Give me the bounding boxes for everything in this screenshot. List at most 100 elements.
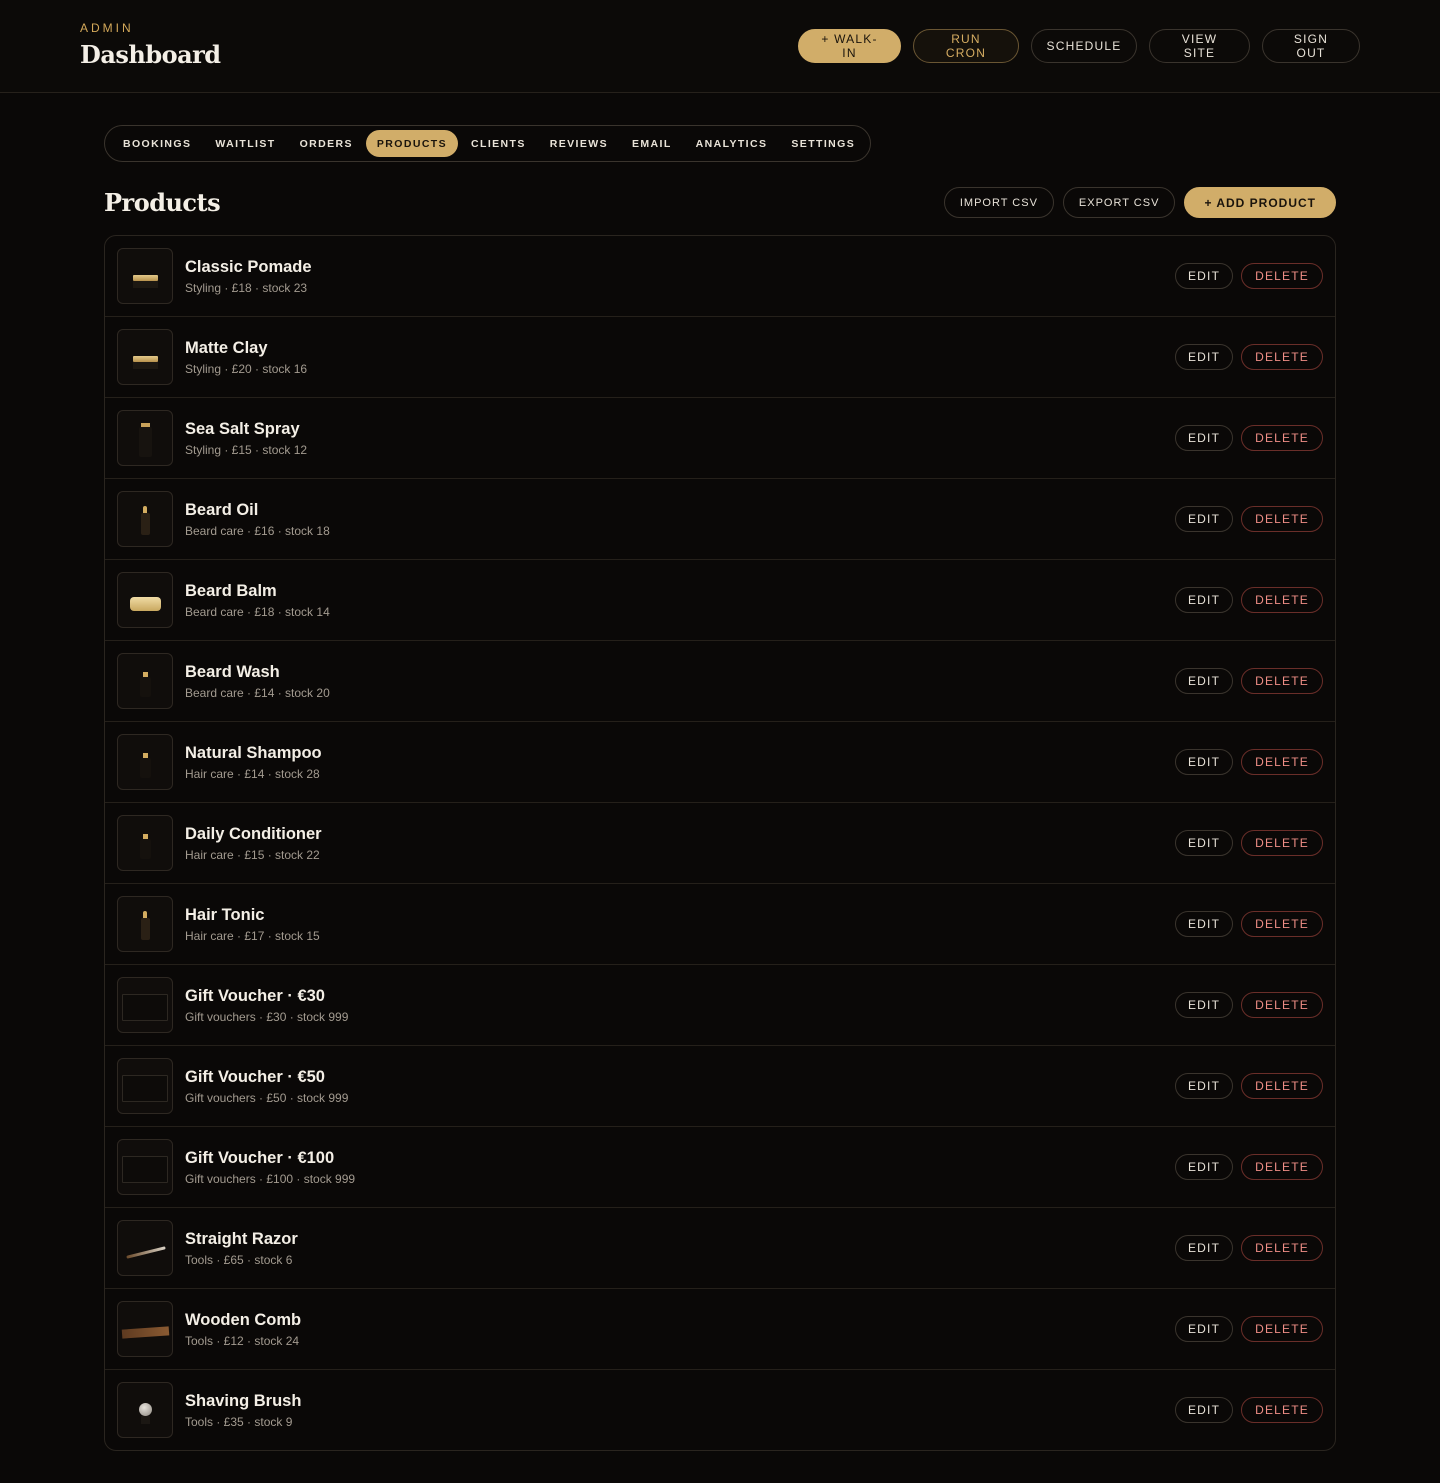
row-actions: EDIT DELETE	[1174, 1316, 1323, 1342]
admin-kicker: ADMIN	[80, 21, 134, 35]
delete-button[interactable]: DELETE	[1241, 749, 1323, 775]
delete-button[interactable]: DELETE	[1241, 911, 1323, 937]
product-meta: Hair care · £17 · stock 15	[185, 929, 320, 943]
product-list: Classic Pomade Styling · £18 · stock 23 ED…	[104, 235, 1336, 1451]
row-actions: EDIT DELETE	[1174, 1154, 1323, 1180]
product-name: Shaving Brush	[185, 1392, 302, 1410]
product-thumbnail	[117, 1382, 173, 1438]
export-csv-button[interactable]: EXPORT CSV	[1062, 187, 1176, 218]
edit-button[interactable]: EDIT	[1174, 668, 1234, 694]
product-row: Beard Wash Beard care · £14 · stock 20 EDI…	[105, 641, 1335, 722]
product-row: Sea Salt Spray Styling · £15 · stock 12 ED…	[105, 398, 1335, 479]
sign-out-button[interactable]: SIGN OUT	[1262, 29, 1360, 63]
edit-button[interactable]: EDIT	[1174, 1073, 1234, 1099]
product-row: Gift Voucher · €50 Gift vouchers · £50 · …	[105, 1046, 1335, 1127]
edit-button[interactable]: EDIT	[1174, 911, 1234, 937]
spray-bottle-icon	[139, 427, 152, 457]
product-row: Matte Clay Styling · £20 · stock 16 EDIT DE…	[105, 317, 1335, 398]
tab-orders[interactable]: ORDERS	[289, 130, 364, 157]
edit-button[interactable]: EDIT	[1174, 506, 1234, 532]
product-thumbnail	[117, 815, 173, 871]
product-thumbnail	[117, 248, 173, 304]
delete-button[interactable]: DELETE	[1241, 425, 1323, 451]
product-name: Straight Razor	[185, 1230, 298, 1248]
product-row: Gift Voucher · €30 Gift vouchers · £30 · …	[105, 965, 1335, 1046]
schedule-button[interactable]: SCHEDULE	[1031, 29, 1137, 63]
dashboard-title: Dashboard	[80, 40, 221, 69]
product-name: Beard Balm	[185, 582, 277, 600]
bottle-icon	[140, 758, 151, 778]
product-thumbnail	[117, 977, 173, 1033]
balm-tin-icon	[130, 597, 161, 611]
product-name: Wooden Comb	[185, 1311, 302, 1329]
tab-bookings[interactable]: BOOKINGS	[112, 130, 202, 157]
product-meta: Tools · £65 · stock 6	[185, 1253, 293, 1267]
product-name: Gift Voucher · €50	[185, 1068, 325, 1086]
product-row: Beard Oil Beard care · £16 · stock 18 EDIT…	[105, 479, 1335, 560]
voucher-card-icon	[122, 994, 168, 1021]
product-name: Gift Voucher · €30	[185, 987, 325, 1005]
delete-button[interactable]: DELETE	[1241, 1073, 1323, 1099]
product-meta: Tools · £12 · stock 24	[185, 1334, 300, 1348]
product-actions: IMPORT CSV EXPORT CSV + ADD PRODUCT	[943, 187, 1336, 218]
row-actions: EDIT DELETE	[1174, 506, 1323, 532]
product-meta: Beard care · £18 · stock 14	[185, 605, 330, 619]
delete-button[interactable]: DELETE	[1241, 1235, 1323, 1261]
edit-button[interactable]: EDIT	[1174, 587, 1234, 613]
header-actions: + WALK-IN RUN CRON SCHEDULE VIEW SITE SI…	[798, 29, 1360, 63]
delete-button[interactable]: DELETE	[1241, 1397, 1323, 1423]
row-actions: EDIT DELETE	[1174, 344, 1323, 370]
product-thumbnail	[117, 653, 173, 709]
tin-body-icon	[133, 281, 158, 288]
product-thumbnail	[117, 1058, 173, 1114]
product-name: Daily Conditioner	[185, 825, 322, 843]
product-meta: Gift vouchers · £50 · stock 999	[185, 1091, 349, 1105]
edit-button[interactable]: EDIT	[1174, 749, 1234, 775]
tab-waitlist[interactable]: WAITLIST	[204, 130, 286, 157]
tab-settings[interactable]: SETTINGS	[780, 130, 866, 157]
tab-email[interactable]: EMAIL	[621, 130, 683, 157]
add-product-button[interactable]: + ADD PRODUCT	[1184, 187, 1336, 218]
tab-analytics[interactable]: ANALYTICS	[685, 130, 779, 157]
delete-button[interactable]: DELETE	[1241, 263, 1323, 289]
walk-in-button[interactable]: + WALK-IN	[798, 29, 901, 63]
tab-products[interactable]: PRODUCTS	[365, 130, 459, 157]
delete-button[interactable]: DELETE	[1241, 587, 1323, 613]
edit-button[interactable]: EDIT	[1174, 1316, 1234, 1342]
tab-reviews[interactable]: REVIEWS	[539, 130, 619, 157]
edit-button[interactable]: EDIT	[1174, 263, 1234, 289]
edit-button[interactable]: EDIT	[1174, 830, 1234, 856]
product-thumbnail	[117, 491, 173, 547]
delete-button[interactable]: DELETE	[1241, 668, 1323, 694]
tin-body-icon	[133, 362, 158, 369]
edit-button[interactable]: EDIT	[1174, 992, 1234, 1018]
edit-button[interactable]: EDIT	[1174, 1235, 1234, 1261]
delete-button[interactable]: DELETE	[1241, 830, 1323, 856]
delete-button[interactable]: DELETE	[1241, 344, 1323, 370]
view-site-button[interactable]: VIEW SITE	[1149, 29, 1250, 63]
edit-button[interactable]: EDIT	[1174, 344, 1234, 370]
product-meta: Beard care · £14 · stock 20	[185, 686, 330, 700]
product-row: Shaving Brush Tools · £35 · stock 9 EDIT DE…	[105, 1370, 1335, 1450]
product-thumbnail	[117, 1220, 173, 1276]
delete-button[interactable]: DELETE	[1241, 1316, 1323, 1342]
product-name: Matte Clay	[185, 339, 268, 357]
product-meta: Styling · £15 · stock 12	[185, 443, 308, 457]
edit-button[interactable]: EDIT	[1174, 1154, 1234, 1180]
delete-button[interactable]: DELETE	[1241, 992, 1323, 1018]
run-cron-button[interactable]: RUN CRON	[913, 29, 1019, 63]
tab-clients[interactable]: CLIENTS	[460, 130, 537, 157]
brush-head-icon	[139, 1403, 152, 1416]
product-meta: Styling · £18 · stock 23	[185, 281, 308, 295]
import-csv-button[interactable]: IMPORT CSV	[943, 187, 1054, 218]
delete-button[interactable]: DELETE	[1241, 1154, 1323, 1180]
dropper-cap-icon	[143, 911, 147, 918]
delete-button[interactable]: DELETE	[1241, 506, 1323, 532]
edit-button[interactable]: EDIT	[1174, 1397, 1234, 1423]
dropper-bottle-icon	[141, 513, 150, 535]
edit-button[interactable]: EDIT	[1174, 425, 1234, 451]
product-name: Beard Wash	[185, 663, 280, 681]
product-meta: Hair care · £14 · stock 28	[185, 767, 320, 781]
row-actions: EDIT DELETE	[1174, 668, 1323, 694]
product-row: Gift Voucher · €100 Gift vouchers · £100 …	[105, 1127, 1335, 1208]
